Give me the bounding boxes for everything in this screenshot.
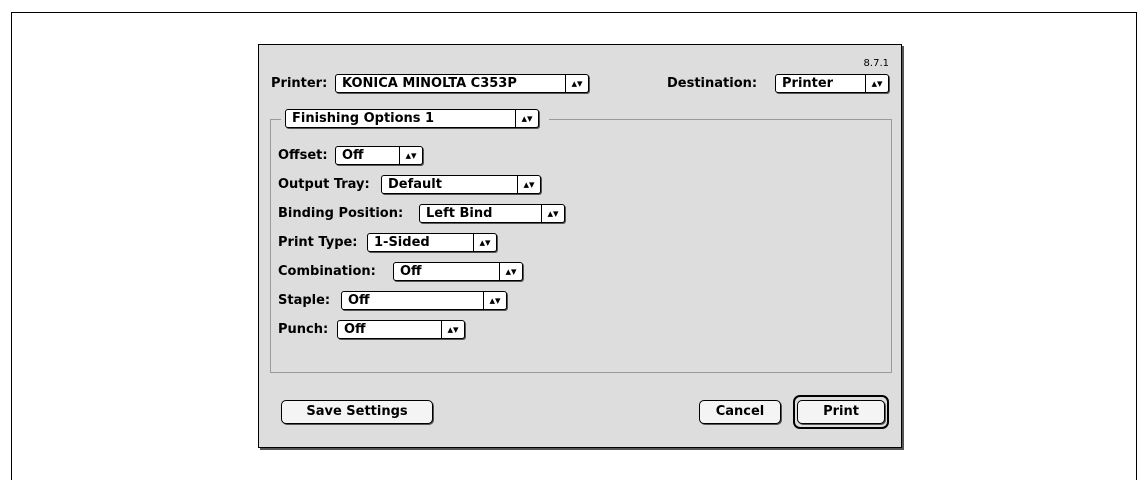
destination-popup-value: Printer [782,76,834,91]
printer-label: Printer: [271,76,328,91]
punch-popup-value: Off [344,322,366,337]
print-dialog: 8.7.1 Printer: KONICA MINOLTA C353P ▴▾ D… [258,44,902,448]
print-button[interactable]: Print [797,400,885,424]
version-label: 8.7.1 [863,58,889,69]
printer-popup[interactable]: KONICA MINOLTA C353P ▴▾ [335,74,589,93]
up-down-arrows-icon: ▴▾ [541,205,564,222]
up-down-arrows-icon: ▴▾ [483,292,506,309]
up-down-arrows-icon: ▴▾ [565,75,588,92]
up-down-arrows-icon: ▴▾ [865,75,888,92]
combination-label: Combination: [278,264,376,279]
print-type-popup-value: 1-Sided [374,235,430,250]
up-down-arrows-icon: ▴▾ [517,176,540,193]
print-type-popup[interactable]: 1-Sided ▴▾ [367,233,497,252]
binding-position-label: Binding Position: [278,206,404,221]
save-settings-button[interactable]: Save Settings [281,400,433,424]
output-tray-label: Output Tray: [278,177,370,192]
punch-label: Punch: [278,322,329,337]
binding-position-popup-value: Left Bind [426,206,493,221]
staple-label: Staple: [278,293,331,308]
staple-popup[interactable]: Off ▴▾ [341,291,507,310]
offset-popup[interactable]: Off ▴▾ [335,146,423,165]
output-tray-popup-value: Default [388,177,442,192]
up-down-arrows-icon: ▴▾ [441,321,464,338]
offset-popup-value: Off [342,148,364,163]
printer-popup-value: KONICA MINOLTA C353P [342,76,517,91]
destination-popup[interactable]: Printer ▴▾ [775,74,889,93]
panel-popup-value: Finishing Options 1 [292,111,435,126]
output-tray-popup[interactable]: Default ▴▾ [381,175,541,194]
panel-popup[interactable]: Finishing Options 1 ▴▾ [285,109,539,128]
print-type-label: Print Type: [278,235,358,250]
cancel-button[interactable]: Cancel [699,400,781,424]
destination-label: Destination: [667,76,758,91]
up-down-arrows-icon: ▴▾ [499,263,522,280]
up-down-arrows-icon: ▴▾ [473,234,496,251]
punch-popup[interactable]: Off ▴▾ [337,320,465,339]
offset-label: Offset: [278,148,328,163]
up-down-arrows-icon: ▴▾ [399,147,422,164]
up-down-arrows-icon: ▴▾ [515,110,538,127]
combination-popup-value: Off [400,264,422,279]
binding-position-popup[interactable]: Left Bind ▴▾ [419,204,565,223]
combination-popup[interactable]: Off ▴▾ [393,262,523,281]
staple-popup-value: Off [348,293,370,308]
